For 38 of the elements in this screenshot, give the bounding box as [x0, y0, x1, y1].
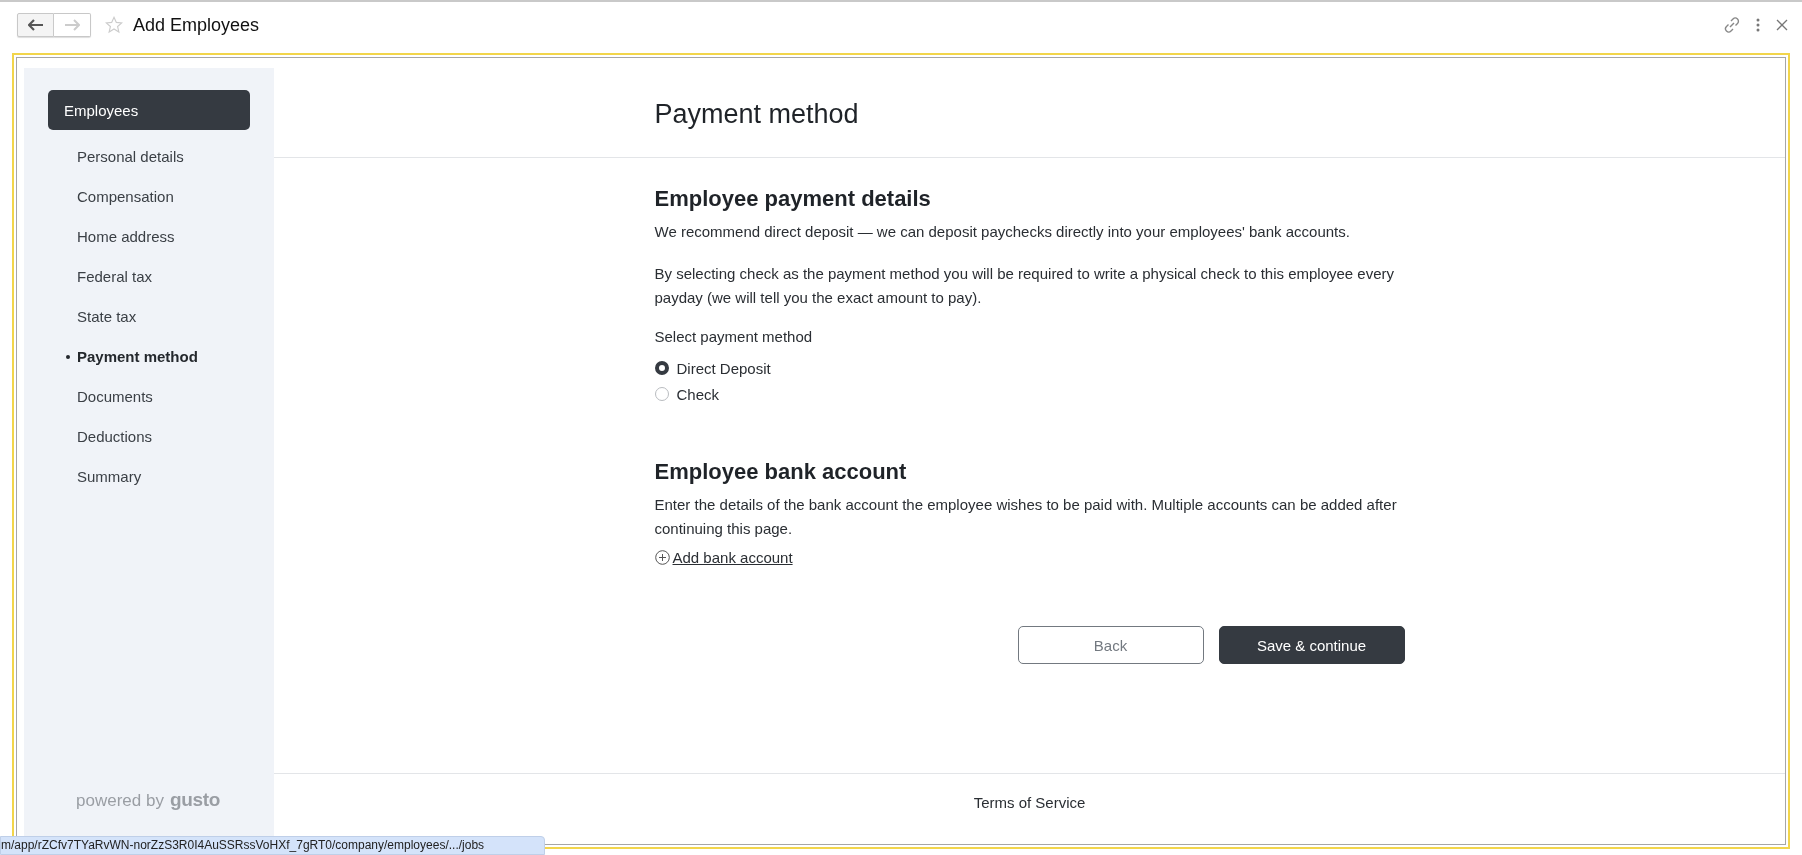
radio-button[interactable]: [654, 361, 669, 375]
sidebar-step[interactable]: Personal details: [77, 147, 184, 165]
sidebar-step[interactable]: Home address: [77, 227, 175, 245]
sidebar-step[interactable]: Documents: [77, 387, 153, 405]
save-continue-button[interactable]: Save & continue: [1218, 626, 1405, 664]
add-bank-account-link[interactable]: Add bank account: [672, 549, 793, 566]
radio-label[interactable]: Check: [676, 385, 720, 403]
sidebar-step[interactable]: State tax: [77, 307, 137, 325]
radio-label[interactable]: Direct Deposit: [676, 359, 771, 377]
terms-link[interactable]: Terms of Service: [973, 793, 1086, 825]
powered-by-text: powered by: [76, 791, 164, 811]
section-heading: Employee bank account: [654, 459, 908, 485]
section-heading: Employee payment details: [654, 186, 932, 212]
right-arrow-icon: [64, 19, 80, 31]
radio-button[interactable]: [654, 387, 669, 401]
sidebar-step[interactable]: Payment method: [77, 347, 198, 365]
close-icon[interactable]: [1776, 19, 1788, 31]
status-url: m/app/rZCfv7TYaRvWN-norZzS3R0I4AuSSRssVoHXf_7gRT0/company/employees/.../jobs: [0, 836, 546, 855]
description-text: By selecting check as the payment method you will be required to write a physical check to this employee every payday (we will tell you the exact amount to pay).: [654, 264, 1396, 308]
field-label: Select payment method: [654, 328, 814, 345]
sidebar-step[interactable]: Deductions: [77, 427, 153, 445]
star-icon[interactable]: [105, 16, 123, 34]
brand-logo: gusto: [169, 789, 221, 811]
back-button[interactable]: [17, 13, 54, 37]
add-icon[interactable]: [654, 550, 670, 565]
back-button[interactable]: Back: [1017, 626, 1204, 664]
description-text: We recommend direct deposit — we can deposit paychecks directly into your employees' bank accounts.: [654, 222, 1351, 242]
sidebar-section[interactable]: Employees: [48, 90, 250, 130]
window-title: Add Employees: [133, 14, 260, 36]
left-arrow-icon: [27, 19, 44, 31]
sidebar-step[interactable]: Federal tax: [77, 267, 153, 285]
page-title: Payment method: [654, 98, 860, 130]
sidebar-step[interactable]: Summary: [77, 467, 142, 485]
more-icon[interactable]: [1756, 18, 1760, 32]
description-text: Enter the details of the bank account the employee wishes to be paid with. Multiple accounts can be added after continuing this page.: [654, 495, 1398, 539]
current-step-bullet-icon: [66, 355, 70, 359]
link-icon[interactable]: [1724, 17, 1740, 33]
sidebar-step[interactable]: Compensation: [77, 187, 174, 205]
